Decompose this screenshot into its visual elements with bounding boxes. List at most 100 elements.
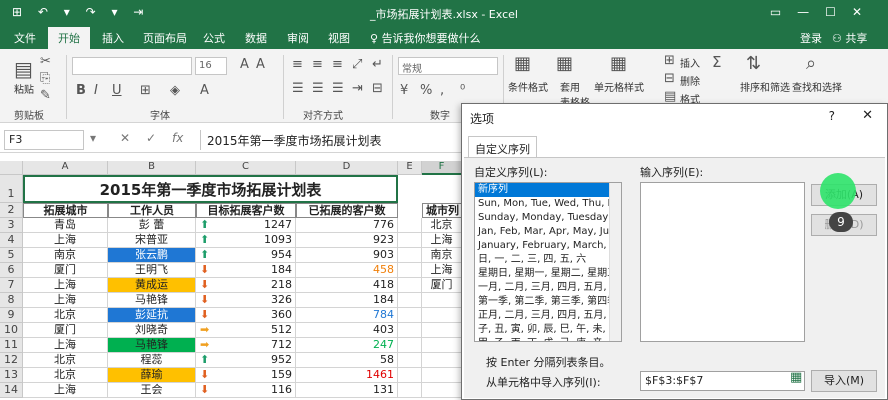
decrease-font-icon[interactable]: A bbox=[256, 57, 265, 72]
cell-city-list[interactable] bbox=[422, 353, 462, 368]
cell-city-list[interactable]: 北京 bbox=[422, 218, 462, 233]
cell-target[interactable]: 116 bbox=[196, 383, 296, 398]
cell-empty[interactable] bbox=[398, 293, 422, 308]
cell-target[interactable]: 1093 bbox=[196, 233, 296, 248]
cell-target[interactable]: 360 bbox=[196, 308, 296, 323]
cell-city[interactable]: 上海 bbox=[23, 233, 108, 248]
row-header[interactable]: 14 bbox=[0, 383, 23, 398]
cut-icon[interactable]: ✂ bbox=[40, 54, 51, 69]
row-header[interactable]: 9 bbox=[0, 308, 23, 323]
cell-style-icon[interactable]: ▦ bbox=[610, 53, 627, 74]
align-top-icon[interactable]: ≡ bbox=[292, 57, 303, 72]
cond-format-label[interactable]: 条件格式 bbox=[508, 79, 548, 94]
cell-target[interactable]: 326 bbox=[196, 293, 296, 308]
cell-city-list[interactable]: 厦门 bbox=[422, 278, 462, 293]
cell-city[interactable]: 厦门 bbox=[23, 263, 108, 278]
fx-icon[interactable]: fx bbox=[172, 131, 183, 145]
cell-done[interactable]: 458 bbox=[296, 263, 398, 278]
row-header[interactable]: 5 bbox=[0, 248, 23, 263]
insert-label[interactable]: 插入 bbox=[680, 55, 700, 70]
cell-person[interactable]: 程蕊 bbox=[108, 353, 196, 368]
cell-person[interactable]: 宋普亚 bbox=[108, 233, 196, 248]
cell-city[interactable]: 上海 bbox=[23, 278, 108, 293]
cell-city-list[interactable] bbox=[422, 338, 462, 353]
tell-me-box[interactable]: ♀ 告诉我你想要做什么 bbox=[370, 30, 481, 46]
cell-city-list[interactable] bbox=[422, 368, 462, 383]
row-header[interactable]: 10 bbox=[0, 323, 23, 338]
cell-city[interactable]: 上海 bbox=[23, 383, 108, 398]
name-box[interactable]: F3 bbox=[4, 130, 84, 150]
cell-done[interactable]: 923 bbox=[296, 233, 398, 248]
row-header[interactable]: 7 bbox=[0, 278, 23, 293]
tab-insert[interactable]: 插入 bbox=[102, 30, 124, 46]
cell-city-list[interactable]: 上海 bbox=[422, 263, 462, 278]
col-header-b[interactable]: B bbox=[108, 161, 196, 175]
currency-icon[interactable]: ¥ bbox=[400, 83, 408, 98]
format-painter-icon[interactable]: ✎ bbox=[40, 88, 51, 103]
cell-city-list[interactable] bbox=[422, 383, 462, 398]
cell-done[interactable]: 58 bbox=[296, 353, 398, 368]
help-icon[interactable]: ? bbox=[829, 109, 835, 123]
table-format-icon[interactable]: ▦ bbox=[556, 53, 573, 74]
cell-person[interactable]: 王明飞 bbox=[108, 263, 196, 278]
sort-filter-icon[interactable]: ⇅ bbox=[746, 53, 761, 74]
close-window-icon[interactable]: ✕ bbox=[852, 5, 878, 19]
custom-list-item[interactable]: 甲, 乙, 丙, 丁, 戊, 己, 庚, 辛, 壬 bbox=[475, 337, 621, 341]
import-button[interactable]: 导入(M) bbox=[811, 370, 877, 392]
tab-formulas[interactable]: 公式 bbox=[203, 30, 225, 46]
tab-page-layout[interactable]: 页面布局 bbox=[143, 30, 187, 46]
custom-list-item[interactable]: 第一季, 第二季, 第三季, 第四季 bbox=[475, 295, 621, 309]
custom-list-item[interactable]: Sunday, Monday, Tuesday, We bbox=[475, 211, 621, 225]
find-label[interactable]: 查找和选择 bbox=[792, 79, 842, 94]
cell-empty[interactable] bbox=[398, 218, 422, 233]
delete-label[interactable]: 删除 bbox=[680, 73, 700, 88]
row-header[interactable]: 12 bbox=[0, 353, 23, 368]
percent-icon[interactable]: % bbox=[420, 83, 432, 98]
cell-target[interactable]: 512 bbox=[196, 323, 296, 338]
custom-list-item[interactable]: 一月, 二月, 三月, 四月, 五月, 六 bbox=[475, 281, 621, 295]
cell-city[interactable]: 南京 bbox=[23, 248, 108, 263]
range-select-icon[interactable]: ▦ bbox=[790, 370, 802, 385]
restore-icon[interactable]: ☐ bbox=[825, 5, 852, 19]
font-color-icon[interactable]: A bbox=[200, 83, 209, 98]
cell-city-list[interactable]: 上海 bbox=[422, 233, 462, 248]
row-header-2[interactable]: 2 bbox=[0, 203, 23, 218]
cell-city-list[interactable] bbox=[422, 293, 462, 308]
border-icon[interactable]: ⊞ bbox=[140, 83, 151, 98]
cell-done[interactable]: 1461 bbox=[296, 368, 398, 383]
name-dropdown-icon[interactable]: ▾ bbox=[90, 131, 96, 145]
cell-target[interactable]: 1247 bbox=[196, 218, 296, 233]
delete-cells-icon[interactable]: ⊟ bbox=[664, 71, 675, 86]
cell-person[interactable]: 彭延抗 bbox=[108, 308, 196, 323]
cell-target[interactable]: 218 bbox=[196, 278, 296, 293]
italic-icon[interactable]: I bbox=[94, 83, 98, 98]
share-button[interactable]: ⚇ 共享 bbox=[832, 30, 867, 46]
cell-empty[interactable] bbox=[398, 308, 422, 323]
import-ref-input[interactable]: $F$3:$F$7 bbox=[640, 371, 805, 391]
cell-person[interactable]: 薛瑜 bbox=[108, 368, 196, 383]
cell-city-list[interactable] bbox=[422, 323, 462, 338]
custom-list-item[interactable]: 日, 一, 二, 三, 四, 五, 六 bbox=[475, 253, 621, 267]
cell-done[interactable]: 776 bbox=[296, 218, 398, 233]
cell-empty[interactable] bbox=[398, 368, 422, 383]
number-format-select[interactable]: 常规 bbox=[398, 57, 498, 75]
header-done[interactable]: 已拓展的客户数 bbox=[296, 203, 398, 218]
indent-icon[interactable]: ⇥ bbox=[352, 81, 363, 96]
cell-city[interactable]: 上海 bbox=[23, 338, 108, 353]
select-all-corner[interactable] bbox=[0, 161, 23, 175]
paste-icon[interactable]: ▤ bbox=[14, 57, 33, 81]
tab-home[interactable]: 开始 bbox=[48, 27, 90, 49]
tab-review[interactable]: 审阅 bbox=[287, 30, 309, 46]
conditional-format-icon[interactable]: ▦ bbox=[514, 53, 531, 74]
cell-empty[interactable] bbox=[398, 278, 422, 293]
col-header-d[interactable]: D bbox=[296, 161, 398, 175]
cell-person[interactable]: 黄成运 bbox=[108, 278, 196, 293]
header-city[interactable]: 拓展城市 bbox=[23, 203, 108, 218]
custom-list-item[interactable]: Sun, Mon, Tue, Wed, Thu, Fri, S bbox=[475, 197, 621, 211]
cell-city[interactable]: 北京 bbox=[23, 308, 108, 323]
header-city-list[interactable]: 城市列 bbox=[422, 203, 462, 218]
wrap-text-icon[interactable]: ↵ bbox=[372, 57, 383, 72]
cell-person[interactable]: 刘晓奇 bbox=[108, 323, 196, 338]
format-cells-icon[interactable]: ▤ bbox=[664, 89, 676, 104]
custom-list-item[interactable]: Jan, Feb, Mar, Apr, May, Jun, bbox=[475, 225, 621, 239]
